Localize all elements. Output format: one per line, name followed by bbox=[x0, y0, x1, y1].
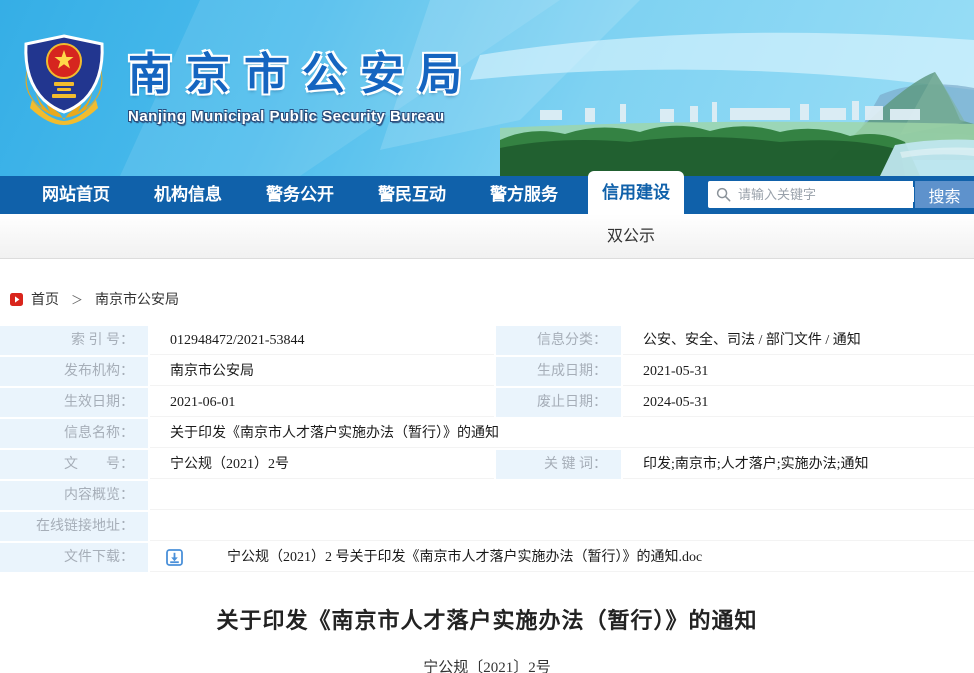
document-number: 宁公规〔2021〕2号 bbox=[0, 656, 974, 673]
nav-item-interact[interactable]: 警民互动 bbox=[356, 176, 468, 214]
meta-row-info-name: 信息名称： 关于印发《南京市人才落户实施办法（暂行）》的通知 bbox=[0, 419, 974, 448]
site-title-cn: 南京市公安局 bbox=[128, 38, 476, 102]
nav-item-credit-active[interactable]: 信用建设 bbox=[588, 171, 684, 214]
effective-date-value: 2021-06-01 bbox=[150, 388, 494, 417]
breadcrumb-home-icon bbox=[10, 293, 23, 306]
keywords-value: 印发;南京市;人才落户;实施办法;通知 bbox=[623, 450, 974, 479]
nav-item-home[interactable]: 网站首页 bbox=[20, 176, 132, 214]
category-label: 信息分类： bbox=[496, 326, 621, 355]
search-input[interactable] bbox=[738, 187, 914, 202]
doc-number-value: 宁公规（2021）2号 bbox=[150, 450, 494, 479]
download-file-link[interactable]: 宁公规（2021）2 号关于印发《南京市人才落户实施办法（暂行）》的通知.doc bbox=[227, 543, 702, 572]
meta-row-index-category: 索 引 号： 012948472/2021-53844 信息分类： 公安、安全、… bbox=[0, 326, 974, 355]
site-logo: 南京市公安局 Nanjing Municipal Public Security… bbox=[18, 28, 476, 128]
keywords-label: 关 键 词： bbox=[496, 450, 621, 479]
document-meta-table: 索 引 号： 012948472/2021-53844 信息分类： 公安、安全、… bbox=[0, 326, 974, 572]
meta-row-content-overview: 内容概览： bbox=[0, 481, 974, 510]
subnav-bar: 双公示 bbox=[0, 214, 974, 259]
site-title-en: Nanjing Municipal Public Security Bureau bbox=[128, 108, 476, 125]
info-name-label: 信息名称： bbox=[0, 419, 148, 448]
issuing-agency-label: 发布机构： bbox=[0, 357, 148, 386]
meta-row-docno-keywords: 文 号： 宁公规（2021）2号 关 键 词： 印发;南京市;人才落户;实施办法… bbox=[0, 450, 974, 479]
breadcrumb-separator: ＞ bbox=[71, 291, 83, 308]
issuing-agency-value: 南京市公安局 bbox=[150, 357, 494, 386]
generate-date-value: 2021-05-31 bbox=[623, 357, 974, 386]
expiry-date-value: 2024-05-31 bbox=[623, 388, 974, 417]
online-link-value bbox=[150, 512, 974, 541]
meta-row-effective-expiry: 生效日期： 2021-06-01 废止日期： 2024-05-31 bbox=[0, 388, 974, 417]
search-field bbox=[708, 181, 913, 208]
online-link-label: 在线链接地址： bbox=[0, 512, 148, 541]
file-download-value: 宁公规（2021）2 号关于印发《南京市人才落户实施办法（暂行）》的通知.doc bbox=[150, 543, 974, 572]
effective-date-label: 生效日期： bbox=[0, 388, 148, 417]
search-button[interactable]: 搜索 bbox=[915, 181, 974, 208]
content-overview-label: 内容概览： bbox=[0, 481, 148, 510]
file-download-label: 文件下载： bbox=[0, 543, 148, 572]
nav-items: 网站首页 机构信息 警务公开 警民互动 警方服务 信用建设 bbox=[0, 176, 692, 214]
nav-item-police-open[interactable]: 警务公开 bbox=[244, 176, 356, 214]
info-name-value: 关于印发《南京市人才落户实施办法（暂行）》的通知 bbox=[150, 419, 974, 448]
index-number-label: 索 引 号： bbox=[0, 326, 148, 355]
document-title: 关于印发《南京市人才落户实施办法（暂行）》的通知 bbox=[0, 603, 974, 635]
generate-date-label: 生成日期： bbox=[496, 357, 621, 386]
search-box: 搜索 bbox=[708, 181, 974, 208]
nav-item-services[interactable]: 警方服务 bbox=[468, 176, 580, 214]
main-navbar: 网站首页 机构信息 警务公开 警民互动 警方服务 信用建设 搜索 bbox=[0, 176, 974, 214]
breadcrumb-current: 南京市公安局 bbox=[95, 289, 179, 309]
subnav-item-dual-publicity[interactable]: 双公示 bbox=[583, 214, 679, 259]
site-banner: 南京市公安局 Nanjing Municipal Public Security… bbox=[0, 0, 974, 176]
content-overview-value bbox=[150, 481, 974, 510]
breadcrumb-home-link[interactable]: 首页 bbox=[31, 289, 59, 309]
meta-row-agency-gendate: 发布机构： 南京市公安局 生成日期： 2021-05-31 bbox=[0, 357, 974, 386]
expiry-date-label: 废止日期： bbox=[496, 388, 621, 417]
category-value: 公安、安全、司法 / 部门文件 / 通知 bbox=[623, 326, 974, 355]
search-icon bbox=[716, 187, 731, 202]
nav-item-org-info[interactable]: 机构信息 bbox=[132, 176, 244, 214]
meta-row-online-link: 在线链接地址： bbox=[0, 512, 974, 541]
doc-number-label: 文 号： bbox=[0, 450, 148, 479]
index-number-value: 012948472/2021-53844 bbox=[150, 326, 494, 355]
police-badge-icon bbox=[18, 28, 110, 128]
breadcrumb: 首页 ＞ 南京市公安局 bbox=[0, 289, 974, 309]
download-icon[interactable] bbox=[166, 549, 183, 566]
meta-row-file-download: 文件下载： 宁公规（2021）2 号关于印发《南京市人才落户实施办法（暂行）》的… bbox=[0, 543, 974, 572]
